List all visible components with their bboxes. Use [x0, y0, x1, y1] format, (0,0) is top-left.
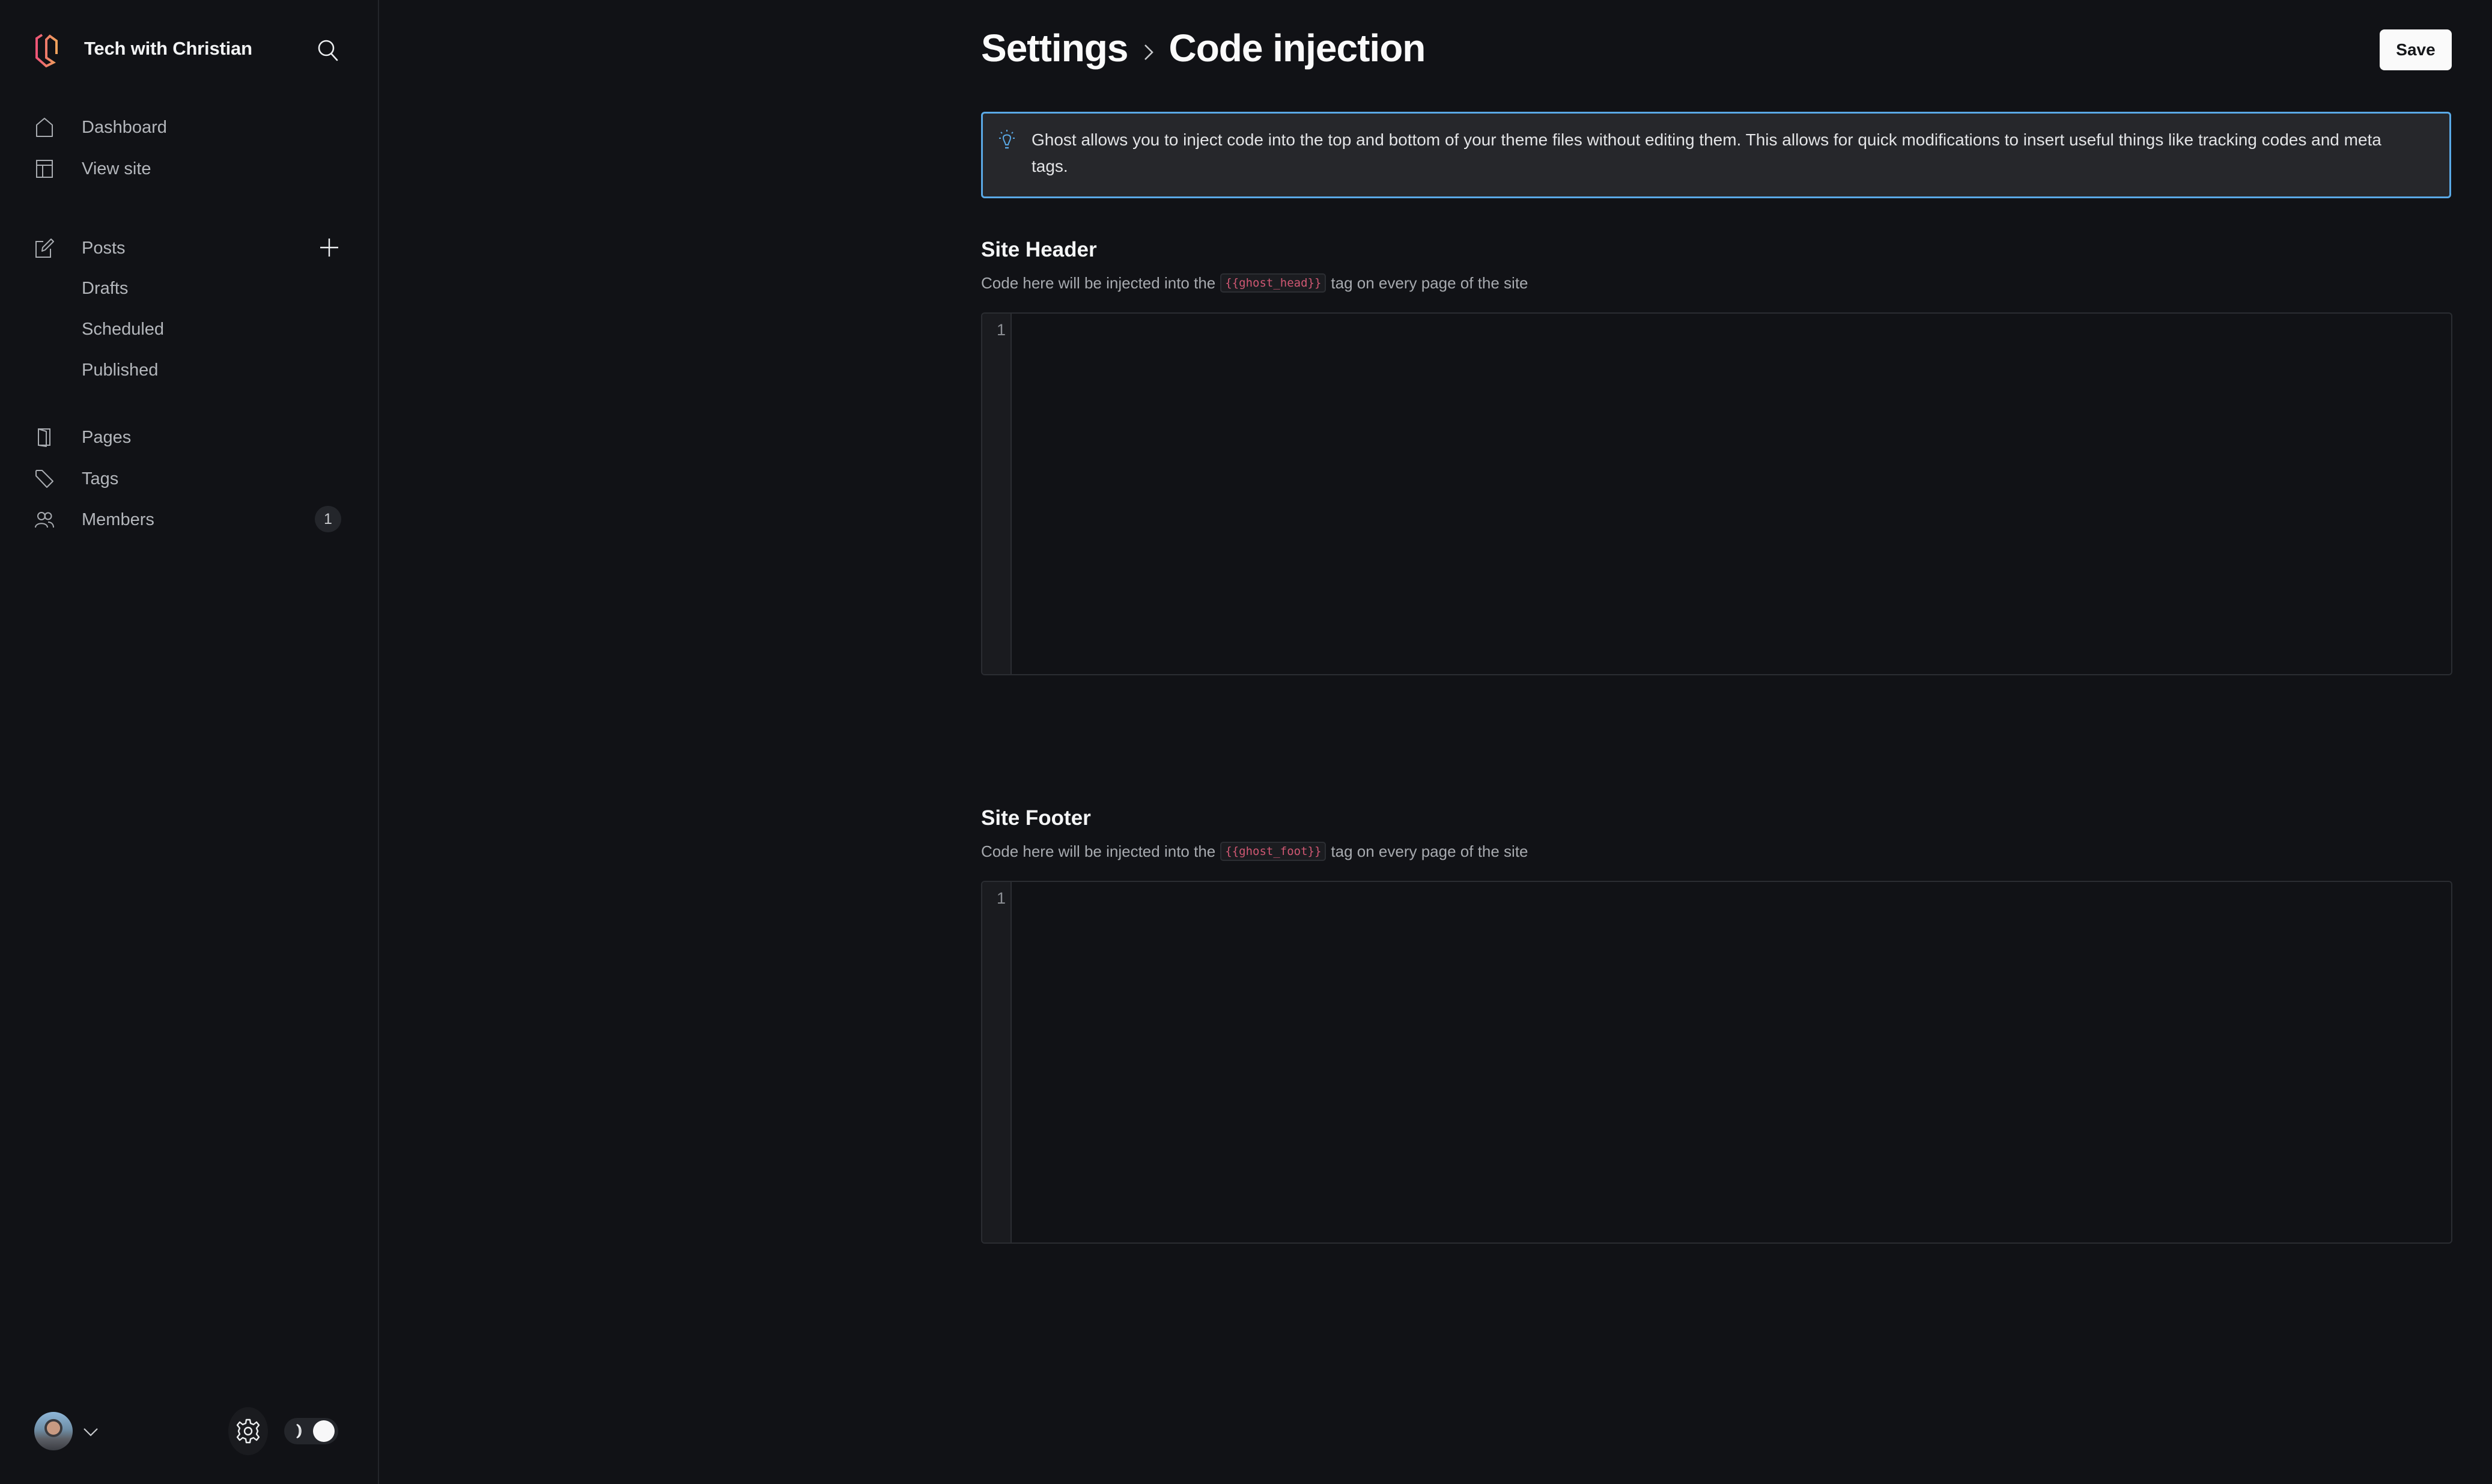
sidebar-item-published[interactable]: Published: [82, 356, 158, 385]
sidebar-item-pages[interactable]: Pages: [34, 422, 131, 453]
ghost-head-tag: {{ghost_head}}: [1220, 273, 1327, 293]
sidebar-item-label: Members: [82, 509, 154, 529]
chevron-right-icon: [1144, 44, 1154, 60]
user-avatar[interactable]: [34, 1412, 73, 1450]
sidebar-item-view-site[interactable]: View site: [34, 153, 151, 184]
site-logo-icon: [35, 34, 58, 68]
lightbulb-icon: [999, 130, 1015, 149]
site-title: Tech with Christian: [84, 38, 252, 59]
settings-button[interactable]: [228, 1407, 268, 1455]
brand[interactable]: Tech with Christian: [34, 30, 252, 70]
description-text: Code here will be injected into the: [981, 842, 1216, 860]
search-icon: [318, 40, 338, 61]
site-footer-description: Code here will be injected into the {{gh…: [981, 842, 1528, 861]
tag-icon: [34, 469, 55, 489]
sidebar-item-label: Posts: [82, 238, 126, 258]
line-number: 1: [996, 321, 1006, 339]
toggle-knob: [313, 1420, 335, 1442]
edit-icon: [34, 238, 55, 258]
layout-icon: [34, 159, 55, 179]
home-icon: [34, 117, 55, 138]
ghost-foot-tag: {{ghost_foot}}: [1220, 842, 1327, 861]
sidebar-item-label: Tags: [82, 469, 119, 488]
site-header-description: Code here will be injected into the {{gh…: [981, 273, 1528, 293]
sidebar-item-posts[interactable]: Posts: [34, 233, 126, 264]
site-footer-title: Site Footer: [981, 806, 1091, 830]
sidebar-item-tags[interactable]: Tags: [34, 463, 118, 494]
sidebar-item-dashboard[interactable]: Dashboard: [34, 112, 167, 143]
site-header-title: Site Header: [981, 238, 1097, 261]
line-number-gutter: 1: [982, 882, 1012, 1242]
sidebar-item-scheduled[interactable]: Scheduled: [82, 315, 164, 344]
search-button[interactable]: [314, 36, 342, 65]
sidebar: Tech with Christian Dashboard View site …: [0, 0, 379, 1484]
new-post-button[interactable]: [315, 234, 343, 261]
site-footer-code-editor[interactable]: 1: [981, 881, 2452, 1244]
chevron-down-icon[interactable]: [81, 1422, 101, 1442]
description-text: tag on every page of the site: [1331, 842, 1528, 860]
site-header-code-editor[interactable]: 1: [981, 312, 2452, 675]
theme-toggle[interactable]: [284, 1418, 338, 1444]
sidebar-item-drafts[interactable]: Drafts: [82, 274, 128, 303]
info-text: Ghost allows you to inject code into the…: [1032, 130, 2381, 175]
breadcrumb-settings-link[interactable]: Settings: [981, 26, 1128, 70]
page-title: Code injection: [1169, 26, 1426, 70]
page-icon: [34, 427, 55, 448]
save-button[interactable]: Save: [2380, 29, 2452, 70]
sidebar-item-members[interactable]: Members: [34, 504, 154, 535]
plus-icon: [320, 239, 338, 257]
line-number-gutter: 1: [982, 314, 1012, 674]
description-text: Code here will be injected into the: [981, 273, 1216, 292]
sidebar-item-label: Dashboard: [82, 117, 167, 137]
moon-icon: [296, 1424, 302, 1438]
breadcrumb: Settings Code injection: [981, 23, 1426, 73]
sidebar-item-label: View site: [82, 159, 151, 178]
sidebar-item-label: Pages: [82, 427, 132, 447]
description-text: tag on every page of the site: [1331, 273, 1528, 292]
info-callout: Ghost allows you to inject code into the…: [981, 112, 2451, 198]
gear-icon: [236, 1419, 260, 1444]
members-count-badge: 1: [315, 506, 341, 532]
members-icon: [34, 509, 55, 530]
line-number: 1: [996, 889, 1006, 907]
